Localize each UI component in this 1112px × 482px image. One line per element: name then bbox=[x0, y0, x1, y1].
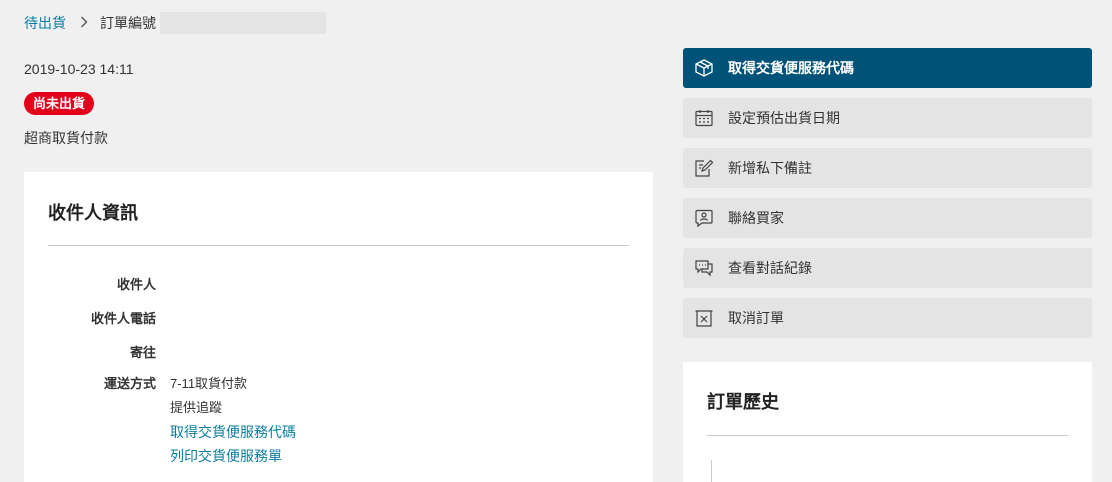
recipient-address-row: 寄往 bbox=[24, 342, 653, 361]
breadcrumb-current: 訂單編號 bbox=[100, 15, 156, 31]
shipping-method-value: 7-11取貨付款 bbox=[170, 376, 248, 391]
contact-buyer-button[interactable]: 聯絡買家 bbox=[683, 198, 1092, 238]
history-timeline bbox=[711, 460, 712, 482]
recipient-name-label: 收件人 bbox=[116, 277, 156, 292]
recipient-phone-label: 收件人電話 bbox=[90, 311, 156, 326]
get-delivery-code-link[interactable]: 取得交貨便服務代碼 bbox=[170, 420, 296, 444]
order-history-card: 訂單歷史 bbox=[683, 362, 1092, 482]
divider bbox=[707, 435, 1068, 436]
cancel-order-label: 取消訂單 bbox=[728, 310, 784, 326]
breadcrumb-link-pending-shipment[interactable]: 待出貨 bbox=[24, 13, 66, 33]
contact-buyer-icon bbox=[694, 208, 714, 228]
order-number-redacted bbox=[160, 12, 326, 34]
recipient-info-title: 收件人資訊 bbox=[48, 203, 138, 223]
shipping-method-row: 運送方式 7-11取貨付款 提供追蹤 取得交貨便服務代碼 列印交貨便服務單 bbox=[24, 372, 653, 468]
recipient-phone-row: 收件人電話 bbox=[24, 308, 653, 327]
add-private-note-label: 新增私下備註 bbox=[728, 160, 812, 176]
order-history-title: 訂單歷史 bbox=[707, 392, 779, 412]
set-ship-date-button[interactable]: 設定預估出貨日期 bbox=[683, 98, 1092, 138]
contact-buyer-label: 聯絡買家 bbox=[728, 210, 784, 226]
divider bbox=[48, 245, 629, 246]
cancel-order-icon bbox=[694, 308, 714, 328]
breadcrumb: 待出貨 訂單編號 bbox=[24, 12, 326, 34]
chevron-right-icon bbox=[80, 16, 88, 31]
view-chat-history-button[interactable]: 查看對話紀錄 bbox=[683, 248, 1092, 288]
cancel-order-button[interactable]: 取消訂單 bbox=[683, 298, 1092, 338]
get-delivery-code-button[interactable]: 取得交貨便服務代碼 bbox=[683, 48, 1092, 88]
status-badge: 尚未出貨 bbox=[24, 92, 95, 115]
edit-note-icon bbox=[694, 158, 714, 178]
chat-icon bbox=[694, 258, 714, 278]
order-date: 2019-10-23 14:11 bbox=[24, 61, 134, 77]
shipping-method-label: 運送方式 bbox=[103, 376, 156, 391]
payment-method: 超商取貨付款 bbox=[24, 130, 108, 146]
recipient-name-row: 收件人 bbox=[24, 274, 653, 293]
print-delivery-form-link[interactable]: 列印交貨便服務單 bbox=[170, 444, 296, 468]
order-actions: 取得交貨便服務代碼 設定預估出貨日期 新增私下備註 聯絡買家 查看對話紀錄 取消… bbox=[683, 48, 1092, 348]
package-icon bbox=[694, 58, 714, 78]
calendar-icon bbox=[694, 108, 714, 128]
get-delivery-code-label: 取得交貨便服務代碼 bbox=[728, 60, 854, 76]
add-private-note-button[interactable]: 新增私下備註 bbox=[683, 148, 1092, 188]
view-chat-history-label: 查看對話紀錄 bbox=[728, 260, 812, 276]
recipient-info-card: 收件人資訊 收件人 收件人電話 寄往 運送方式 7-11取貨付款 提供追蹤 取得… bbox=[24, 172, 653, 482]
set-ship-date-label: 設定預估出貨日期 bbox=[728, 110, 840, 126]
tracking-status: 提供追蹤 bbox=[170, 400, 223, 415]
recipient-address-label: 寄往 bbox=[129, 345, 156, 360]
